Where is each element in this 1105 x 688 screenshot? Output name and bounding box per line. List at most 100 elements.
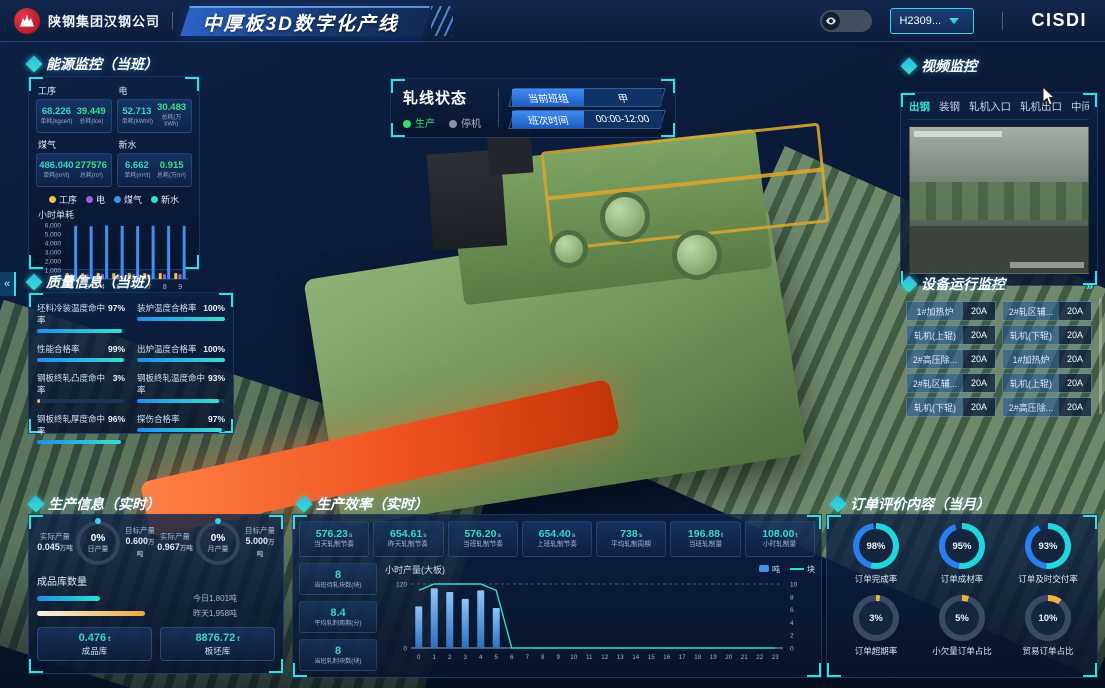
status-producing[interactable]: 生产	[403, 115, 435, 130]
legend-bars[interactable]: 吨	[759, 564, 780, 575]
svg-text:0: 0	[403, 646, 407, 653]
finished-stock-card[interactable]: 0.476t成品库	[37, 627, 152, 661]
equipment-item[interactable]: 轧机(下辊)20A	[1002, 325, 1092, 345]
legend-item[interactable]: 新水	[151, 193, 179, 206]
equipment-item[interactable]: 轧机(下辊)20A	[906, 397, 996, 417]
slab-stock-card[interactable]: 8876.72t板坯库	[160, 627, 275, 661]
equipment-item[interactable]: 轧机(上辊)20A	[906, 325, 996, 345]
quality-panel-title: 质量信息（当班）	[28, 272, 158, 292]
camera-tabs: 出钢 装钢 轧机入口 轧机出口 中间冷 电加热	[909, 99, 1089, 120]
side-stat: 8当班待轧块数(块)	[299, 563, 377, 595]
equipment-panel-title: 设备运行监控	[903, 274, 1093, 294]
svg-text:13: 13	[617, 654, 624, 661]
legend-item[interactable]: 工序	[49, 193, 77, 206]
order-metric: 93%订单及时交付率	[1005, 523, 1091, 585]
efficiency-stat: 196.88t当班轧制量	[670, 521, 740, 557]
svg-text:15: 15	[648, 654, 655, 661]
divider	[498, 89, 499, 127]
equipment-item[interactable]: 轧机(上辊)20A	[1002, 373, 1092, 393]
status-stopped[interactable]: 停机	[449, 115, 481, 130]
energy-card: 52.713单耗(kWh/t) 30.483总耗(万kWh)	[117, 99, 193, 133]
quality-item: 坯料冷装温度命中率97%	[37, 302, 125, 333]
status-dot	[403, 120, 411, 128]
equipment-item[interactable]: 2#轧区辅...20A	[906, 373, 996, 393]
equipment-item[interactable]: 2#高压除...20A	[906, 349, 996, 369]
svg-text:23: 23	[772, 654, 779, 661]
tab-camera[interactable]: 中间冷	[1071, 99, 1089, 114]
camera-feed[interactable]	[909, 126, 1089, 274]
order-metric: 3%订单超期率	[833, 595, 919, 657]
svg-text:6: 6	[510, 654, 514, 661]
tab-camera[interactable]: 轧机入口	[969, 99, 1011, 114]
energy-panel-title: 能源监控（当班）	[28, 54, 158, 74]
shift-team-badge: 当前班组 甲	[508, 88, 665, 107]
expand-icon[interactable]: »	[1086, 278, 1093, 293]
svg-text:22: 22	[756, 654, 763, 661]
legend-item[interactable]: 煤气	[114, 193, 142, 206]
energy-panel: 工序 68.226单耗(kgce/t) 39.449总耗(tce) 电 52.7…	[28, 76, 200, 270]
orders-panel: 98%订单完成率 95%订单成材率 93%订单及时交付率 3%订单超期率 5%小…	[826, 514, 1098, 678]
legend-dot	[151, 196, 158, 203]
cylinder-tank	[672, 230, 722, 280]
equipment-item[interactable]: 2#高压除...20A	[1002, 397, 1092, 417]
side-stat: 8当班轧制块数(块)	[299, 639, 377, 671]
donut-ring: 95%	[939, 523, 985, 569]
cylinder-tank	[600, 192, 650, 242]
svg-text:10: 10	[570, 654, 577, 661]
efficiency-panel: 576.23s当天轧制节奏 654.61s昨天轧制节奏 576.20s当班轧制节…	[292, 514, 822, 678]
decor-slashes	[431, 6, 453, 36]
collapse-tab[interactable]: «	[0, 272, 16, 296]
progress-bar	[137, 399, 225, 403]
svg-text:12: 12	[601, 654, 608, 661]
top-bar: 陕钢集团汉钢公司 中厚板3D数字化产线 H2309... CISDI	[0, 0, 1105, 42]
progress-bar	[137, 428, 225, 432]
tab-camera[interactable]: 出钢	[909, 99, 930, 114]
divider	[1002, 12, 1003, 30]
daily-output-ring: 0%日产量	[76, 521, 120, 565]
production-panel: 实际产量0.045万吨 0%日产量 目标产量0.600万吨 实际产量0.967万…	[28, 514, 284, 674]
equipment-item[interactable]: 1#加热炉20A	[906, 301, 996, 321]
energy-card: 68.226单耗(kgce/t) 39.449总耗(tce)	[36, 99, 112, 133]
monthly-output-ring: 0%月产量	[196, 521, 240, 565]
svg-text:3,000: 3,000	[45, 250, 62, 257]
svg-text:4: 4	[790, 620, 794, 627]
energy-group: 煤气 486.040单耗(m³/t) 277576总耗(m³)	[36, 138, 112, 187]
diamond-icon	[830, 496, 847, 513]
legend-line[interactable]: 块	[790, 564, 815, 575]
side-stat: 8.4平均轧制周期(分)	[299, 601, 377, 633]
svg-text:7: 7	[526, 654, 530, 661]
tab-camera[interactable]: 装钢	[939, 99, 960, 114]
legend-dot	[86, 196, 93, 203]
donut-ring: 5%	[939, 595, 985, 641]
heat-number-dropdown[interactable]: H2309...	[890, 8, 974, 34]
svg-text:0: 0	[790, 646, 794, 653]
svg-text:2: 2	[448, 654, 452, 661]
cylinder-tank	[550, 230, 588, 268]
order-metric: 10%贸易订单占比	[1005, 595, 1091, 657]
svg-text:2: 2	[790, 633, 794, 640]
svg-text:20: 20	[725, 654, 732, 661]
quality-item: 探伤合格率97%	[137, 413, 225, 444]
visibility-toggle[interactable]	[820, 10, 872, 32]
line-status-panel: 轧线状态 生产 停机 当前班组 甲 班次时间 00:00-12:00	[390, 78, 676, 138]
equipment-item[interactable]: 2#轧区辅...20A	[1002, 301, 1092, 321]
page-title: 中厚板3D数字化产线	[203, 8, 399, 35]
svg-text:8: 8	[790, 594, 794, 601]
progress-bar	[37, 358, 125, 362]
progress-bar	[137, 358, 225, 362]
energy-legend: 工序 电 煤气 新水	[36, 193, 192, 206]
energy-chart-title: 小时单耗	[38, 208, 192, 221]
mouse-cursor	[1042, 86, 1056, 106]
camera-osd-timestamp	[1010, 262, 1084, 268]
equipment-scrollbar[interactable]	[1099, 298, 1102, 414]
progress-bar	[37, 399, 125, 403]
daily-target: 目标产量0.600万吨	[123, 526, 157, 559]
diamond-icon	[26, 274, 43, 291]
diamond-icon	[296, 496, 313, 513]
equipment-item[interactable]: 1#加热炉20A	[1002, 349, 1092, 369]
progress-bar	[137, 317, 225, 321]
svg-text:16: 16	[663, 654, 670, 661]
donut-ring: 98%	[853, 523, 899, 569]
legend-item[interactable]: 电	[86, 193, 105, 206]
efficiency-stat: 654.61s昨天轧制节奏	[373, 521, 443, 557]
